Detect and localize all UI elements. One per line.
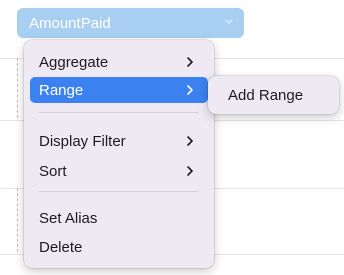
menu-item-delete[interactable]: Delete: [30, 234, 208, 260]
menu-item-range[interactable]: Range: [30, 77, 208, 103]
field-pill-amountpaid[interactable]: AmountPaid: [17, 8, 244, 38]
table-divider: [17, 188, 18, 252]
menu-item-label: Set Alias: [39, 209, 98, 227]
menu-item-set-alias[interactable]: Set Alias: [30, 205, 208, 231]
menu-separator: [39, 112, 199, 113]
submenu-item-add-range[interactable]: Add Range: [228, 87, 303, 104]
chevron-right-icon: [187, 85, 193, 95]
menu-item-aggregate[interactable]: Aggregate: [30, 49, 208, 75]
field-pill-label: AmountPaid: [29, 14, 111, 32]
menu-item-label: Sort: [39, 162, 67, 180]
chevron-right-icon: [187, 136, 193, 146]
menu-item-label: Range: [39, 81, 84, 99]
menu-item-label: Aggregate: [39, 53, 109, 71]
range-submenu: Add Range: [208, 76, 339, 114]
chevron-right-icon: [187, 166, 193, 176]
menu-item-label: Delete: [39, 238, 83, 256]
chevron-down-icon[interactable]: [224, 16, 234, 28]
chevron-right-icon: [187, 57, 193, 67]
menu-item-sort[interactable]: Sort: [30, 158, 208, 184]
menu-item-label: Display Filter: [39, 132, 126, 150]
table-divider: [17, 58, 18, 118]
menu-item-display-filter[interactable]: Display Filter: [30, 128, 208, 154]
context-menu: Aggregate Range Display Filter Sort Set …: [24, 40, 214, 268]
menu-separator: [39, 191, 199, 192]
